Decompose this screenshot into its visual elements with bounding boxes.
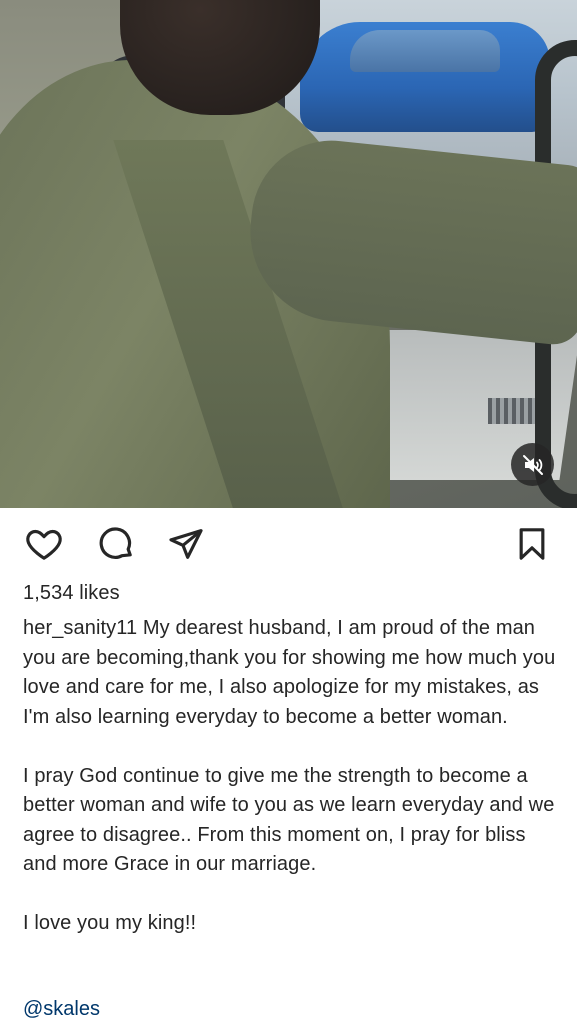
- post-caption: her_sanity11 My dearest husband, I am pr…: [23, 614, 563, 939]
- instagram-post: 1,534 likes her_sanity11 My dearest husb…: [0, 0, 577, 1024]
- heart-outline-icon: [26, 529, 62, 560]
- post-video[interactable]: [0, 0, 577, 508]
- volume-muted-icon: [522, 454, 543, 475]
- paper-plane-icon: [169, 529, 203, 559]
- caption-paragraph-3: I love you my king!!: [23, 912, 197, 934]
- comment-button[interactable]: [96, 524, 136, 564]
- comment-bubble-icon: [99, 527, 132, 559]
- post-action-bar: [0, 520, 577, 570]
- bookmark-outline-icon: [519, 528, 545, 560]
- share-button[interactable]: [166, 524, 206, 564]
- caption-paragraph-2: I pray God continue to give me the stren…: [23, 764, 555, 876]
- blue-car-window: [350, 30, 500, 72]
- likes-count[interactable]: 1,534 likes: [23, 582, 120, 605]
- like-button[interactable]: [24, 524, 64, 564]
- mention-link[interactable]: @skales: [23, 998, 100, 1021]
- caption-username[interactable]: her_sanity11: [23, 617, 137, 639]
- save-button[interactable]: [512, 524, 552, 564]
- mute-button[interactable]: [511, 443, 554, 486]
